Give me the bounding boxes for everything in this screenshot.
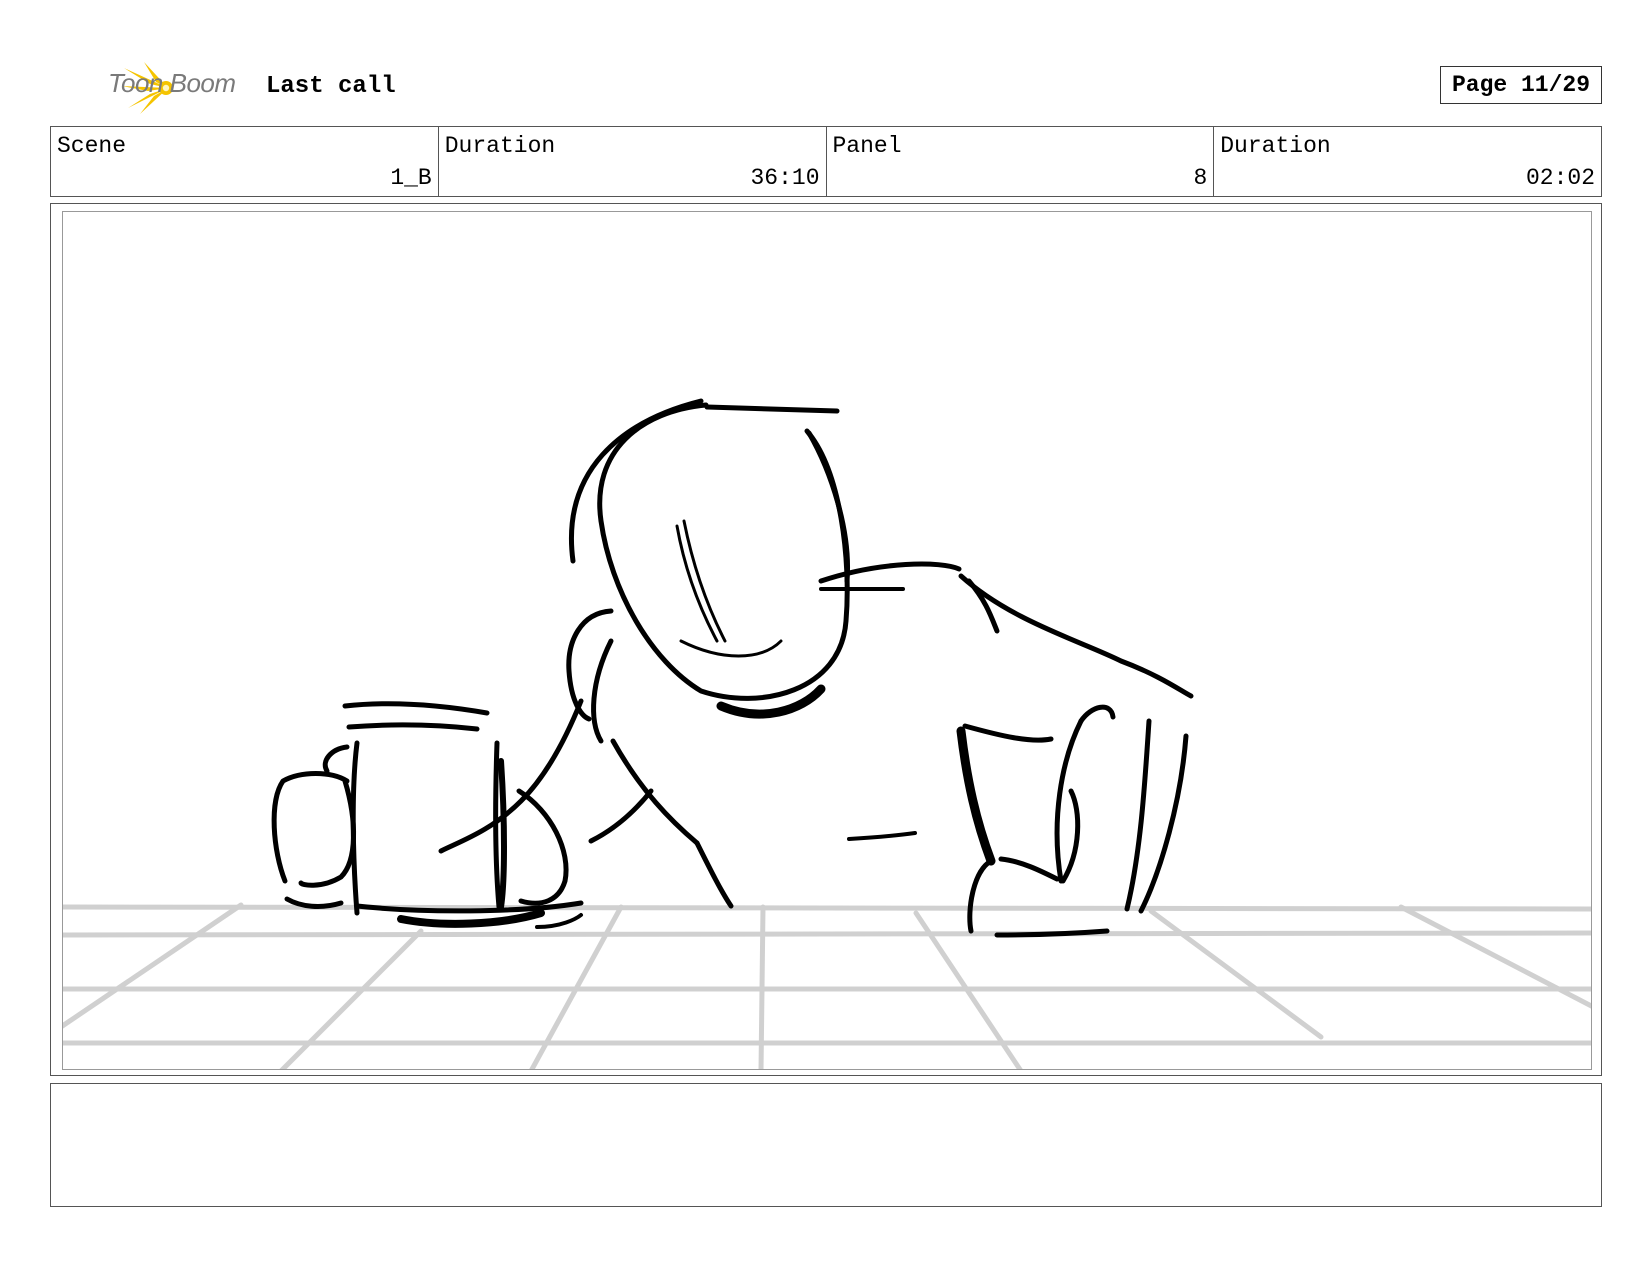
scene-info-table: Scene 1_B Duration 36:10 Panel 8 Duratio… bbox=[50, 126, 1602, 197]
sketch-figure-bar-mug-icon bbox=[63, 398, 1591, 1069]
floor-grid bbox=[63, 902, 1591, 1069]
panel-duration-value: 02:02 bbox=[1525, 165, 1595, 191]
scene-cell: Scene 1_B bbox=[51, 127, 438, 196]
sketch-lines bbox=[271, 398, 1194, 938]
panel-notes-box bbox=[50, 1083, 1602, 1207]
page-number: Page 11/29 bbox=[1440, 66, 1602, 104]
scene-duration-label: Duration bbox=[444, 133, 556, 159]
panel-cell: Panel 8 bbox=[825, 127, 1214, 196]
panel-duration-cell: Duration 02:02 bbox=[1213, 127, 1601, 196]
logo-text: Toon Boom bbox=[108, 68, 236, 98]
scene-label: Scene bbox=[57, 133, 127, 159]
scene-value: 1_B bbox=[390, 165, 432, 191]
panel-value: 8 bbox=[1193, 165, 1208, 191]
panel-duration-label: Duration bbox=[1220, 133, 1331, 159]
document-title: Last call bbox=[266, 73, 396, 100]
scene-duration-value: 36:10 bbox=[750, 165, 820, 191]
panel-label: Panel bbox=[832, 133, 902, 159]
panel-image bbox=[62, 211, 1592, 1070]
scene-duration-cell: Duration 36:10 bbox=[437, 127, 826, 196]
